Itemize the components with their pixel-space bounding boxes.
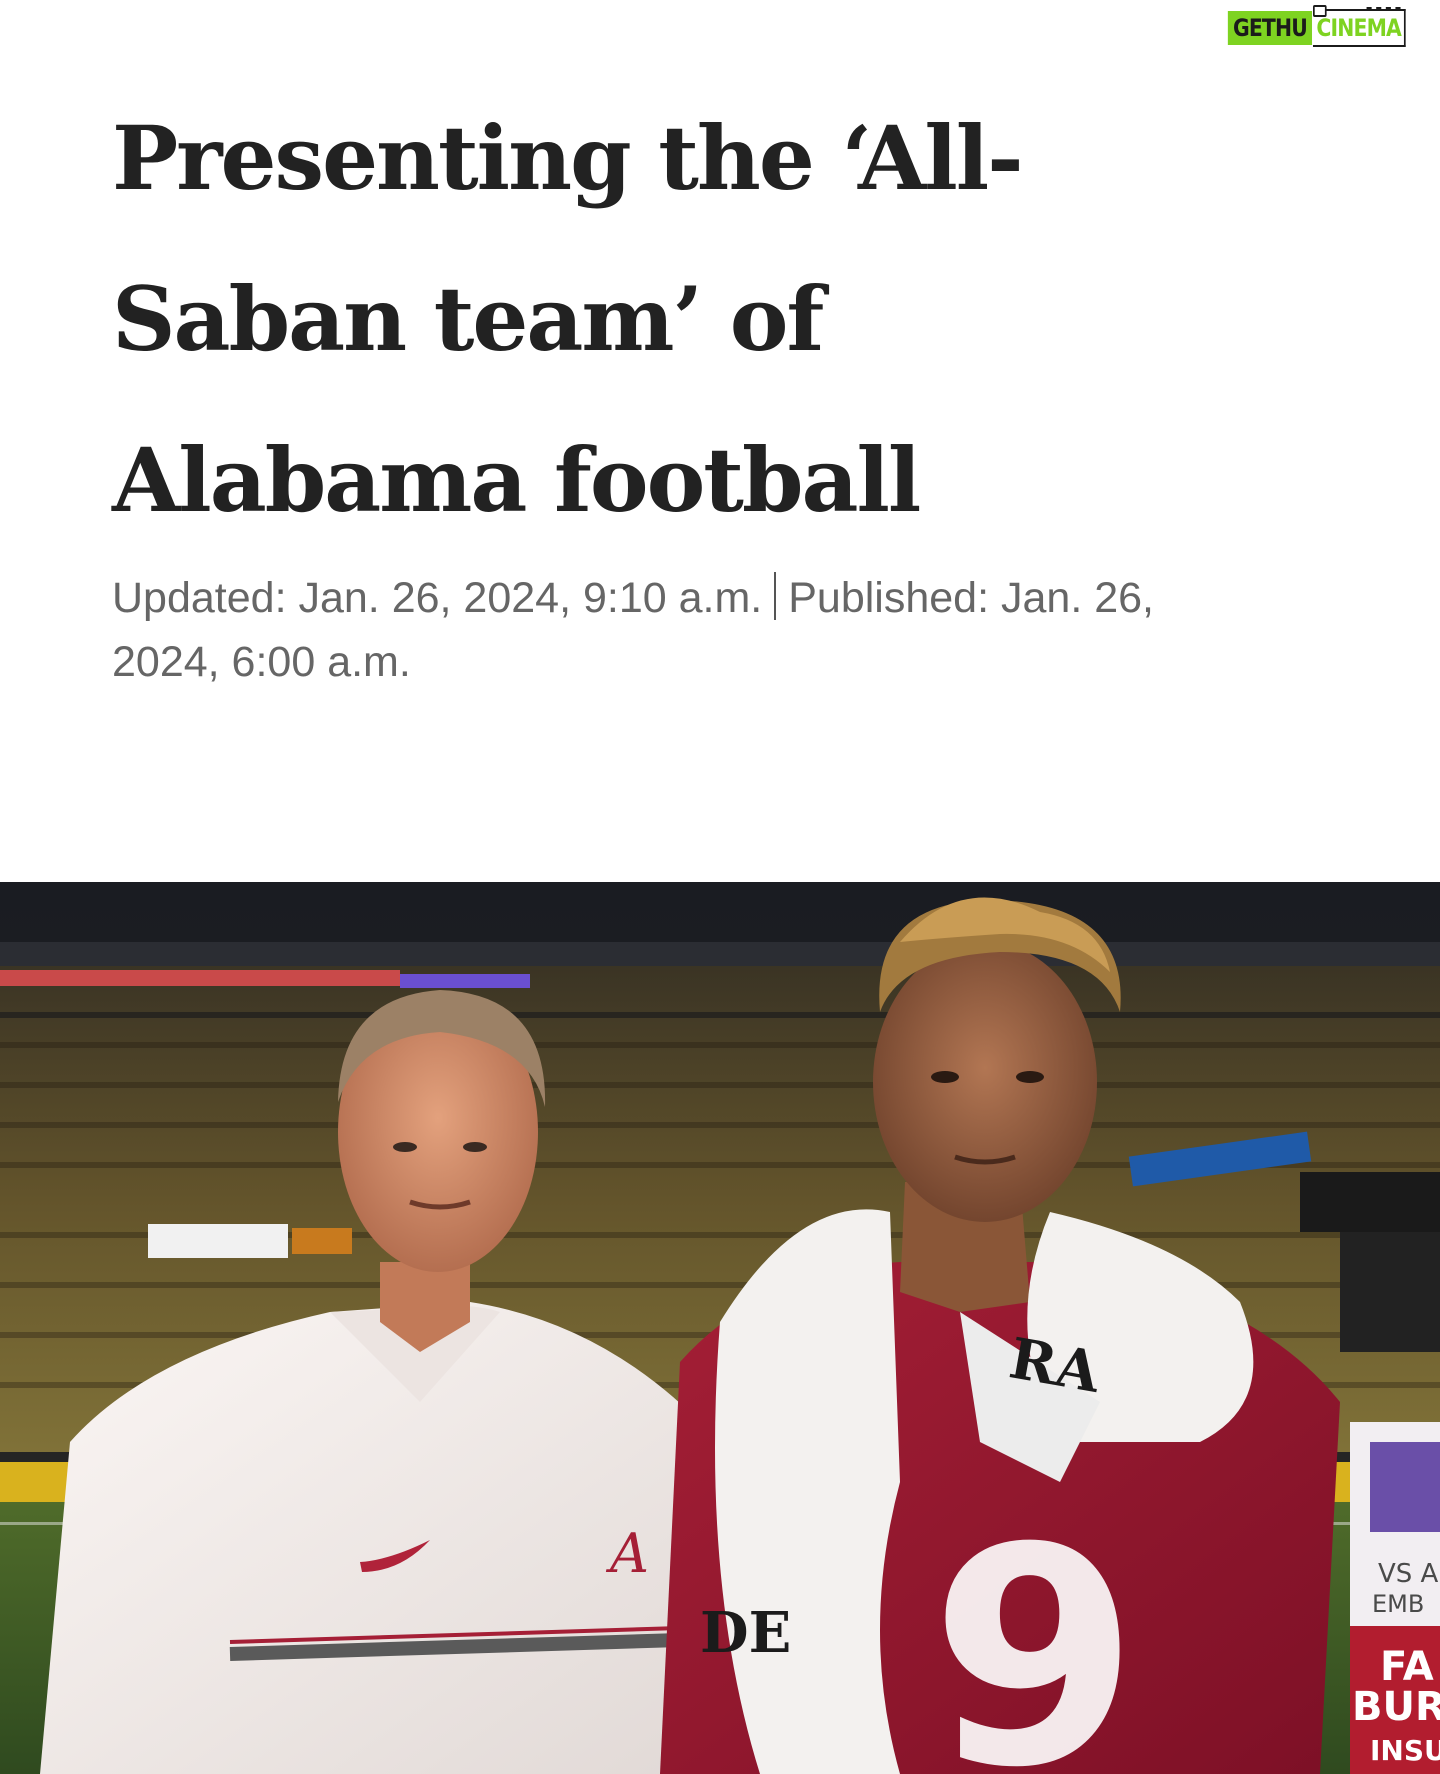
film-strip-icon: [1366, 7, 1401, 14]
hero-photo[interactable]: A RA DE 9 VS A EMB FA BUR INSU: [0, 882, 1440, 1774]
camera-icon: [1312, 5, 1327, 17]
published-timestamp: Published: Jan. 26,: [788, 574, 1154, 622]
towel-text-2: DE: [700, 1600, 791, 1666]
sideline-sign: VS A EMB FA BURE INSU: [1350, 1422, 1440, 1774]
coach-shirt-logo: A: [605, 1522, 649, 1585]
svg-text:VS A: VS A: [1378, 1559, 1439, 1589]
headline-line-3: Alabama football: [112, 428, 921, 532]
watermark-cinema-text: CINEMA: [1315, 14, 1401, 42]
jersey-number: 9: [930, 1484, 1139, 1774]
timestamp-divider: [774, 572, 777, 620]
watermark-cinema: CINEMA: [1312, 5, 1406, 47]
svg-text:INSU: INSU: [1370, 1734, 1440, 1767]
updated-timestamp: Updated: Jan. 26, 2024, 9:10 a.m.: [112, 574, 763, 622]
article-timestamps: Updated: Jan. 26, 2024, 9:10 a.m. Publish…: [112, 566, 1312, 694]
published-timestamp-continued: 2024, 6:00 a.m.: [112, 638, 411, 686]
headline-line-2: Saban team’ of: [112, 267, 824, 371]
svg-text:EMB: EMB: [1372, 1590, 1424, 1618]
headline-line-1: Presenting the ‘All-: [112, 106, 1024, 210]
watermark-gethu: GETHU: [1228, 11, 1313, 45]
watermark-logo: GETHU CINEMA: [1213, 5, 1422, 47]
svg-text:BURE: BURE: [1352, 1684, 1440, 1730]
article-headline: Presenting the ‘All- Saban team’ of Alab…: [112, 78, 1112, 561]
